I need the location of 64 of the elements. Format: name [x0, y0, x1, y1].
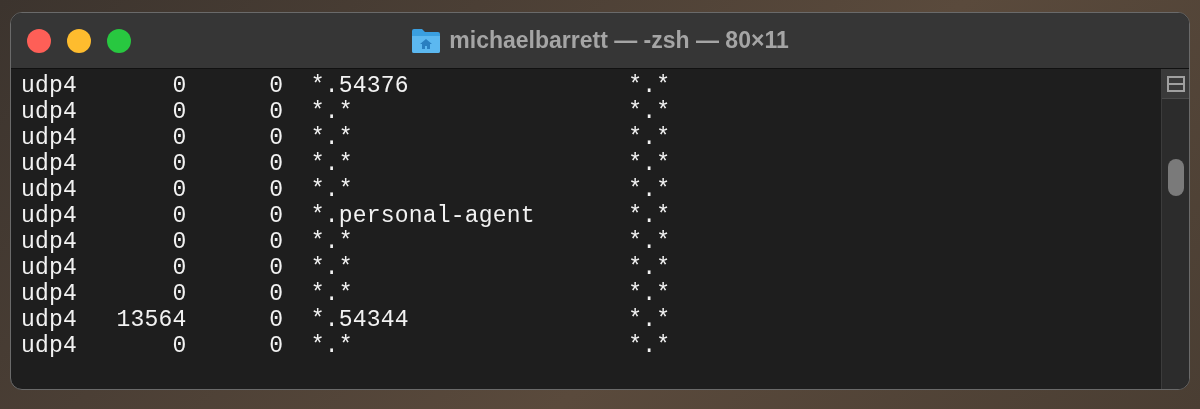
terminal-text: udp4	[21, 177, 77, 203]
terminal-text: 0	[269, 333, 284, 359]
terminal-text: udp4	[21, 125, 77, 151]
terminal-text: *.*	[628, 255, 671, 281]
scroll-thumb[interactable]	[1167, 159, 1184, 196]
terminal-text: *.*	[628, 99, 671, 125]
terminal-text: *.*	[310, 281, 353, 307]
terminal-text: udp4	[21, 333, 77, 359]
terminal-text: 0	[269, 203, 284, 229]
terminal-text: *.*	[628, 333, 671, 359]
terminal-text: 0	[172, 73, 187, 99]
scroll-bar[interactable]	[1161, 69, 1189, 389]
terminal-text: 0	[269, 229, 284, 255]
terminal-text: 0	[269, 177, 284, 203]
terminal-text: *.*	[628, 177, 671, 203]
terminal-text: udp4	[21, 99, 77, 125]
split-pane-icon	[1166, 75, 1185, 92]
terminal-text: *.*	[628, 281, 671, 307]
terminal-text: *.*	[628, 203, 671, 229]
terminal-text: *.*	[310, 177, 353, 203]
terminal-text: *.*	[310, 99, 353, 125]
terminal-text: 0	[269, 99, 284, 125]
terminal-text: 0	[172, 99, 187, 125]
terminal-text: *.54344	[310, 307, 409, 333]
terminal-text: *.*	[310, 125, 353, 151]
terminal-text: *.*	[310, 255, 353, 281]
split-pane-button[interactable]	[1161, 69, 1189, 99]
terminal-text: 13564	[116, 307, 187, 333]
close-button[interactable]	[27, 28, 51, 53]
terminal-text: udp4	[21, 73, 77, 99]
terminal-text: 0	[172, 151, 187, 177]
minimize-button[interactable]	[67, 28, 91, 53]
terminal-text: 0	[172, 281, 187, 307]
terminal-text: 0	[172, 125, 187, 151]
terminal-text: 0	[269, 125, 284, 151]
terminal-text: *.*	[628, 151, 671, 177]
terminal-text: *.*	[628, 73, 671, 99]
terminal-text: udp4	[21, 281, 77, 307]
terminal-text: 0	[172, 333, 187, 359]
terminal-text: udp4	[21, 229, 77, 255]
terminal-text: 0	[172, 177, 187, 203]
terminal-text: 0	[269, 281, 284, 307]
terminal-text: 0	[269, 73, 284, 99]
terminal-text: udp4	[21, 151, 77, 177]
terminal-text: *.54376	[310, 73, 409, 99]
terminal-text: *.*	[628, 125, 671, 151]
terminal-text: udp4	[21, 307, 77, 333]
terminal-text: *.*	[628, 229, 671, 255]
terminal-text: *.*	[310, 229, 353, 255]
home-folder-icon	[411, 27, 442, 54]
terminal-text: 0	[172, 203, 187, 229]
terminal-text: *.*	[310, 151, 353, 177]
terminal-text: udp4	[21, 255, 77, 281]
terminal-text: 0	[269, 151, 284, 177]
terminal-text: 0	[269, 255, 284, 281]
terminal-text: *.*	[628, 307, 671, 333]
zoom-button[interactable]	[107, 28, 131, 53]
window-title: michaelbarrett — -zsh — 80×11	[449, 26, 789, 56]
terminal-text: 0	[172, 229, 187, 255]
terminal-text: udp4	[21, 203, 77, 229]
terminal-text: *.*	[310, 333, 353, 359]
terminal-text: 0	[172, 255, 187, 281]
terminal-text: *.personal-agent	[310, 203, 535, 229]
terminal-text: 0	[269, 307, 284, 333]
